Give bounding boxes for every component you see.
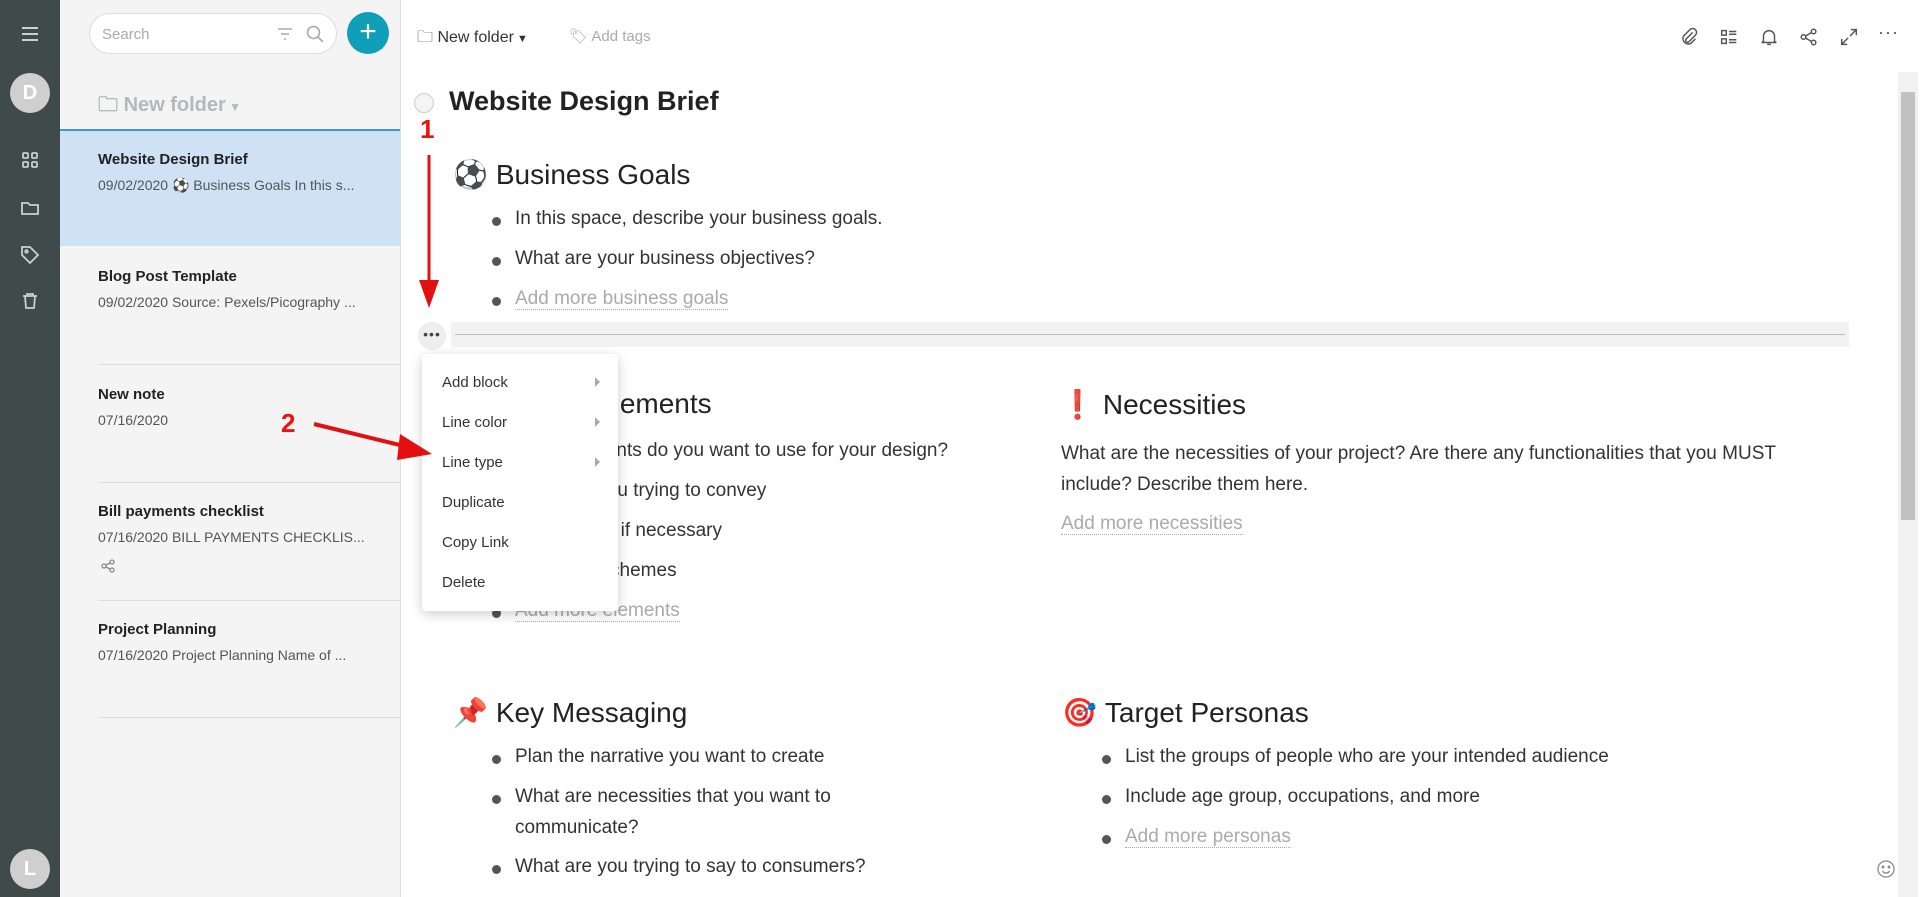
note-title[interactable]: Website Design Brief — [449, 86, 719, 117]
annotation-number-1: 1 — [420, 114, 435, 144]
submenu-arrow-icon — [595, 417, 600, 427]
list-item-continuation[interactable]: communicate? — [515, 817, 639, 839]
annotation-number-2: 2 — [281, 408, 296, 438]
list-item[interactable]: What are necessities that you want to — [492, 786, 831, 808]
emoji-icon[interactable] — [1876, 859, 1896, 879]
list-item[interactable]: What are you trying to say to consumers? — [492, 856, 866, 878]
block-context-menu: Add block Line color Line type Duplicate… — [422, 354, 618, 611]
block-options-button[interactable]: ••• — [418, 322, 446, 350]
folder-icon[interactable] — [18, 196, 42, 220]
list-item[interactable]: In this space, describe your business go… — [492, 208, 883, 230]
caret-down-icon: ▼ — [513, 33, 528, 45]
list-item[interactable]: Add more business goals — [491, 288, 729, 310]
soccer-ball-icon: ⚽ — [453, 159, 488, 190]
search-placeholder: Search — [102, 26, 150, 43]
share-icon[interactable] — [1798, 26, 1820, 48]
menu-item-copy-link[interactable]: Copy Link — [442, 534, 602, 551]
list-item[interactable]: Add more personas — [1102, 826, 1291, 848]
tag-icon[interactable] — [18, 243, 42, 267]
more-icon[interactable]: ··· — [1878, 22, 1900, 44]
divider — [98, 717, 400, 718]
folder-breadcrumb[interactable]: 🗀 New folder ▼ — [417, 26, 528, 53]
horizontal-line-block[interactable] — [451, 322, 1849, 347]
checklist-icon[interactable] — [1718, 26, 1740, 48]
search-input[interactable]: Search — [89, 13, 337, 54]
annotation-arrowhead-1 — [419, 280, 439, 308]
folder-selector[interactable]: 🗀 New folder ▼ — [98, 90, 241, 124]
paragraph[interactable]: include? Describe them here. — [1061, 474, 1308, 496]
submenu-arrow-icon — [595, 457, 600, 467]
share-icon — [101, 559, 115, 573]
bottom-avatar[interactable]: L — [10, 849, 50, 889]
folder-icon: 🗀 — [417, 29, 438, 46]
menu-item-line-color[interactable]: Line color — [442, 414, 602, 431]
chevron-down-icon: ▼ — [225, 100, 242, 114]
menu-item-duplicate[interactable]: Duplicate — [442, 494, 602, 511]
heading-necessities[interactable]: ❗ Necessities — [1060, 388, 1246, 421]
scrollbar-thumb[interactable] — [1901, 92, 1915, 520]
add-note-button[interactable]: + — [347, 12, 389, 54]
editor-toolbar: 🗀 New folder ▼ 🏷 Add tags ··· — [401, 0, 1920, 72]
folder-icon: 🗀 — [98, 94, 124, 116]
menu-item-delete[interactable]: Delete — [442, 574, 602, 591]
complete-checkbox[interactable] — [414, 93, 434, 113]
menu-item-add-block[interactable]: Add block — [442, 374, 602, 391]
note-item[interactable]: New note 07/16/2020 — [60, 366, 400, 483]
expand-icon[interactable] — [1838, 26, 1860, 48]
note-item[interactable]: Website Design Brief 09/02/2020 ⚽ Busines… — [60, 129, 400, 246]
add-tags-button[interactable]: 🏷 Add tags — [569, 27, 651, 45]
bell-icon[interactable] — [1758, 26, 1780, 48]
submenu-arrow-icon — [595, 377, 600, 387]
list-item[interactable]: List the groups of people who are your i… — [1102, 746, 1609, 768]
note-item[interactable]: Bill payments checklist 07/16/2020 BILL P… — [60, 483, 400, 600]
attachment-icon[interactable] — [1678, 26, 1700, 48]
list-item[interactable]: Plan the narrative you want to create — [491, 746, 824, 768]
heading-target-personas[interactable]: 🎯 Target Personas — [1062, 696, 1309, 729]
note-item[interactable]: Blog Post Template 09/02/2020 Source: Pex… — [60, 248, 400, 365]
add-more-necessities[interactable]: Add more necessities — [1061, 513, 1243, 535]
paragraph[interactable]: What are the necessities of your project… — [1061, 443, 1776, 465]
menu-item-line-type[interactable]: Line type — [442, 454, 602, 471]
heading-business-goals[interactable]: ⚽ Business Goals — [453, 158, 690, 191]
list-item[interactable]: What are your business objectives? — [492, 248, 815, 270]
search-icon[interactable] — [305, 24, 325, 44]
filter-icon[interactable] — [276, 25, 294, 43]
heading-key-messaging[interactable]: 📌 Key Messaging — [453, 696, 687, 729]
trash-icon[interactable] — [18, 289, 42, 313]
user-avatar[interactable]: D — [10, 73, 50, 113]
list-item[interactable]: Include age group, occupations, and more — [1102, 786, 1480, 808]
menu-icon[interactable] — [18, 22, 42, 46]
tag-icon: 🏷 — [569, 28, 592, 45]
note-item[interactable]: Project Planning 07/16/2020 Project Plann… — [60, 601, 400, 718]
grid-icon[interactable] — [18, 148, 42, 172]
divider — [98, 364, 400, 365]
soccer-ball-icon: ⚽ — [171, 177, 190, 193]
left-rail: D L — [0, 0, 60, 897]
exclamation-icon: ❗ — [1060, 389, 1095, 420]
note-list: Search + 🗀 New folder ▼ Website Design B… — [60, 0, 401, 897]
pushpin-icon: 📌 — [453, 697, 488, 728]
target-icon: 🎯 — [1062, 697, 1097, 728]
